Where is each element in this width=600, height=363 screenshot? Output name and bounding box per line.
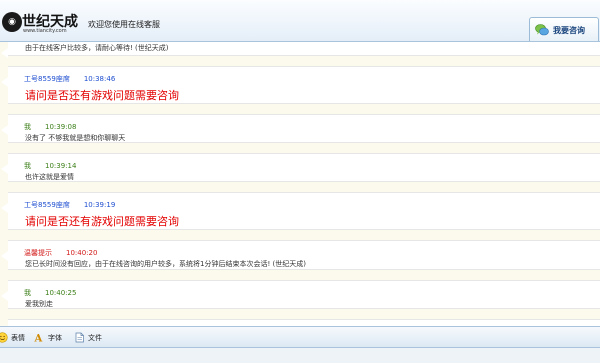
- message-text: 请问是否还有游戏问题需要咨询: [25, 215, 179, 228]
- message-sender: 我: [24, 289, 31, 297]
- svg-text:A: A: [34, 334, 43, 344]
- chat-history[interactable]: 由于在线客户比较多，请耐心等待! (世纪天成) 工号8559座席 10:38:46 请…: [0, 42, 600, 326]
- header-bar: ◉ 世纪天成 www.tiancity.com 欢迎您使用在线客服 我要咨询: [0, 0, 600, 42]
- chat-message: 工号8559座席 10:39:19 请问是否还有游戏问题需要咨询: [1, 192, 600, 230]
- welcome-text: 欢迎您使用在线客服: [88, 20, 160, 29]
- chat-message: 我10:40:33因为爱情 不可以悲伤哦: [8, 319, 600, 326]
- message-text: 没有了 不够我就是想和你聊聊天: [25, 134, 126, 142]
- file-tool-label: 文件: [88, 334, 102, 342]
- message-text: 您已长时间没有回应，由于在线咨询的用户较多，系统将1分钟后结束本次会话! (世纪…: [25, 260, 306, 268]
- chat-message: 由于在线客户比较多，请耐心等待! (世纪天成): [1, 42, 600, 58]
- message-time: 10:39:14: [45, 162, 77, 170]
- message-text: 请问是否还有游戏问题需要咨询: [25, 89, 179, 102]
- smiley-icon: [0, 332, 8, 343]
- message-time: 10:39:19: [83, 201, 116, 209]
- logo-emblem-icon: ◉: [2, 12, 22, 32]
- message-header: 工号8559座席 10:39:19: [24, 200, 115, 210]
- message-text: 也许这就是爱情: [25, 173, 74, 181]
- chat-message: 温馨提示 10:40:20 您已长时间没有回应，由于在线咨询的用户较多，系统将1分钟…: [1, 240, 600, 270]
- consult-button[interactable]: 我要咨询: [529, 17, 599, 41]
- emoji-tool-label: 表情: [11, 334, 25, 342]
- file-icon: [75, 332, 84, 343]
- input-toolbar: 表情 A 字体 文件: [0, 326, 600, 348]
- message-sender: 我: [24, 123, 31, 131]
- message-header: 我 10:39:08: [24, 122, 76, 132]
- chat-message: 我 10:40:25 爱我别走: [1, 280, 600, 309]
- message-time: 10:40:20: [66, 249, 98, 257]
- message-header: 我 10:40:25: [24, 288, 76, 298]
- message-sender: 温馨提示: [24, 249, 52, 257]
- chat-message: 我 10:39:08 没有了 不够我就是想和你聊聊天: [1, 114, 600, 143]
- message-sender: 工号8559座席: [24, 201, 70, 209]
- message-time: 10:38:46: [83, 75, 116, 83]
- consult-button-label: 我要咨询: [553, 26, 585, 35]
- message-time: 10:39:08: [45, 123, 77, 131]
- chat-message: 我 10:39:14 也许这就是爱情: [1, 153, 600, 182]
- message-header: 我 10:39:14: [24, 161, 76, 171]
- message-text: 由于在线客户比较多，请耐心等待! (世纪天成): [25, 44, 169, 52]
- font-icon: A: [34, 334, 43, 344]
- logo-url: www.tiancity.com: [23, 28, 67, 34]
- message-time: 10:40:25: [45, 289, 77, 297]
- message-sender: 我: [24, 162, 31, 170]
- chat-message-list: 由于在线客户比较多，请耐心等待! (世纪天成) 工号8559座席 10:38:46 请…: [1, 42, 600, 326]
- message-header: 工号8559座席 10:38:46: [24, 74, 115, 84]
- message-text: 爱我别走: [25, 300, 53, 308]
- chat-bubbles-icon: [535, 24, 549, 36]
- tiancity-logo: ◉ 世纪天成 www.tiancity.com: [2, 11, 80, 37]
- message-sender: 工号8559座席: [24, 75, 70, 83]
- footer-strip: [0, 348, 600, 363]
- font-tool-label: 字体: [48, 334, 62, 342]
- message-header: 温馨提示 10:40:20: [24, 248, 97, 258]
- chat-message: 工号8559座席 10:38:46 请问是否还有游戏问题需要咨询: [1, 66, 600, 104]
